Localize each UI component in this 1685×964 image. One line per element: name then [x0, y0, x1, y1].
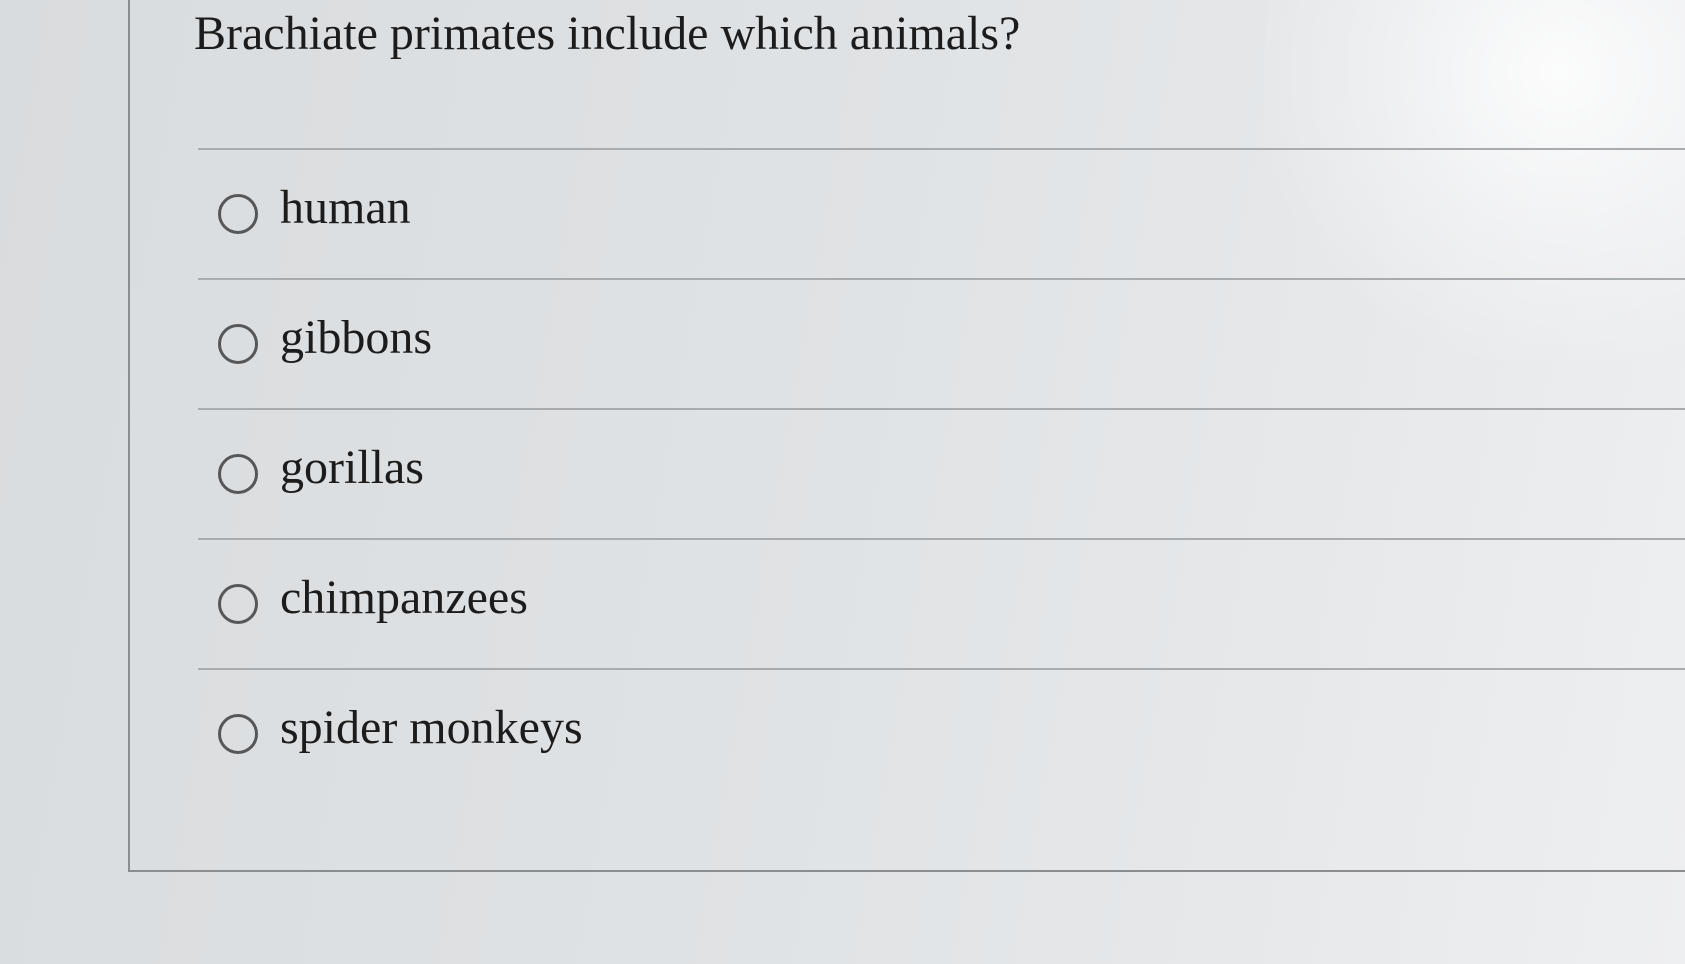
answer-options: human gibbons gorillas chimpanzees spide…	[198, 148, 1685, 798]
option-label: chimpanzees	[280, 571, 528, 624]
radio-button-icon[interactable]	[218, 324, 258, 364]
option-human[interactable]: human	[198, 150, 1685, 278]
option-spider-monkeys[interactable]: spider monkeys	[198, 670, 1685, 798]
radio-button-icon[interactable]	[218, 714, 258, 754]
option-label: gibbons	[280, 311, 433, 364]
option-label: gorillas	[280, 441, 424, 494]
radio-button-icon[interactable]	[218, 454, 258, 494]
option-label: spider monkeys	[280, 701, 583, 754]
radio-button-icon[interactable]	[218, 194, 258, 234]
question-card: Brachiate primates include which animals…	[128, 0, 1685, 872]
option-gorillas[interactable]: gorillas	[198, 410, 1685, 538]
option-chimpanzees[interactable]: chimpanzees	[198, 540, 1685, 668]
option-gibbons[interactable]: gibbons	[198, 280, 1685, 408]
radio-button-icon[interactable]	[218, 584, 258, 624]
option-label: human	[280, 181, 411, 234]
question-text: Brachiate primates include which animals…	[194, 7, 1021, 60]
